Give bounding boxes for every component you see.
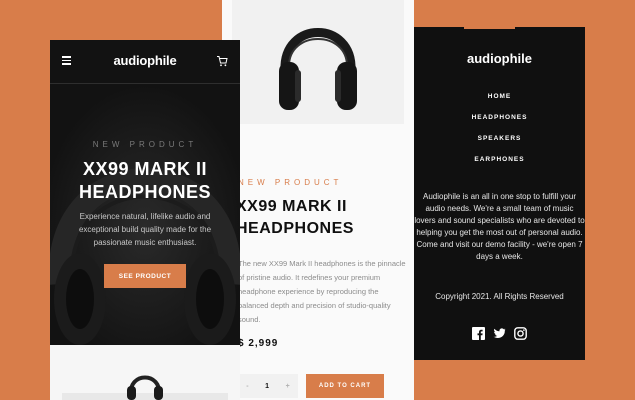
product-overline: NEW PRODUCT [238,178,343,187]
mobile-navbar: audiophile [50,40,240,84]
footer-link-speakers[interactable]: SPEAKERS [414,135,585,156]
footer-copyright: Copyright 2021. All Rights Reserved [435,292,564,301]
cart-icon[interactable] [216,55,228,67]
hero-section: audiophile NEW PRODUCT XX99 MARK II HEAD… [50,40,240,345]
product-title: XX99 MARK II HEADPHONES [236,196,354,240]
hero-title-line1: XX99 MARK II [82,159,208,179]
product-title-line1: XX99 MARK II [236,198,347,215]
brand-logo[interactable]: audiophile [50,53,240,68]
headphones-thumb-icon [127,375,163,400]
product-detail-card: NEW PRODUCT XX99 MARK II HEADPHONES The … [222,0,414,400]
quantity-stepper[interactable]: - 1 + [238,374,298,398]
product-title-line2: HEADPHONES [236,220,354,237]
footer-link-earphones[interactable]: EARPHONES [414,156,585,177]
add-to-cart-button[interactable]: ADD TO CART [306,374,384,398]
footer-logo[interactable]: audiophile [414,51,585,66]
hero-title-line2: HEADPHONES [78,182,212,202]
social-links [414,327,585,340]
footer-link-headphones[interactable]: HEADPHONES [414,114,585,135]
product-price: $ 2,999 [238,338,279,349]
hero-description: Experience natural, lifelike audio and e… [78,212,212,247]
accent-bar [464,27,515,29]
quantity-value: 1 [265,382,270,390]
mobile-home-card: audiophile NEW PRODUCT XX99 MARK II HEAD… [50,40,240,400]
product-description: The new XX99 Mark II headphones is the p… [238,259,406,324]
hero-title: XX99 MARK II HEADPHONES [50,158,240,204]
footer-about-text: Audiophile is an all in one stop to fulf… [414,192,585,261]
mobile-footer-card: audiophile HOME HEADPHONES SPEAKERS EARP… [414,27,585,360]
decrement-button[interactable]: - [246,383,248,390]
twitter-icon[interactable] [493,327,506,340]
footer-nav: HOME HEADPHONES SPEAKERS EARPHONES [414,93,585,177]
increment-button[interactable]: + [286,383,290,390]
facebook-icon[interactable] [472,327,485,340]
instagram-icon[interactable] [514,327,527,340]
hero-overline: NEW PRODUCT [92,140,198,149]
product-image [232,0,404,124]
headphones-image-icon [279,28,357,110]
footer-link-home[interactable]: HOME [414,93,585,114]
see-product-button[interactable]: SEE PRODUCT [104,264,186,288]
